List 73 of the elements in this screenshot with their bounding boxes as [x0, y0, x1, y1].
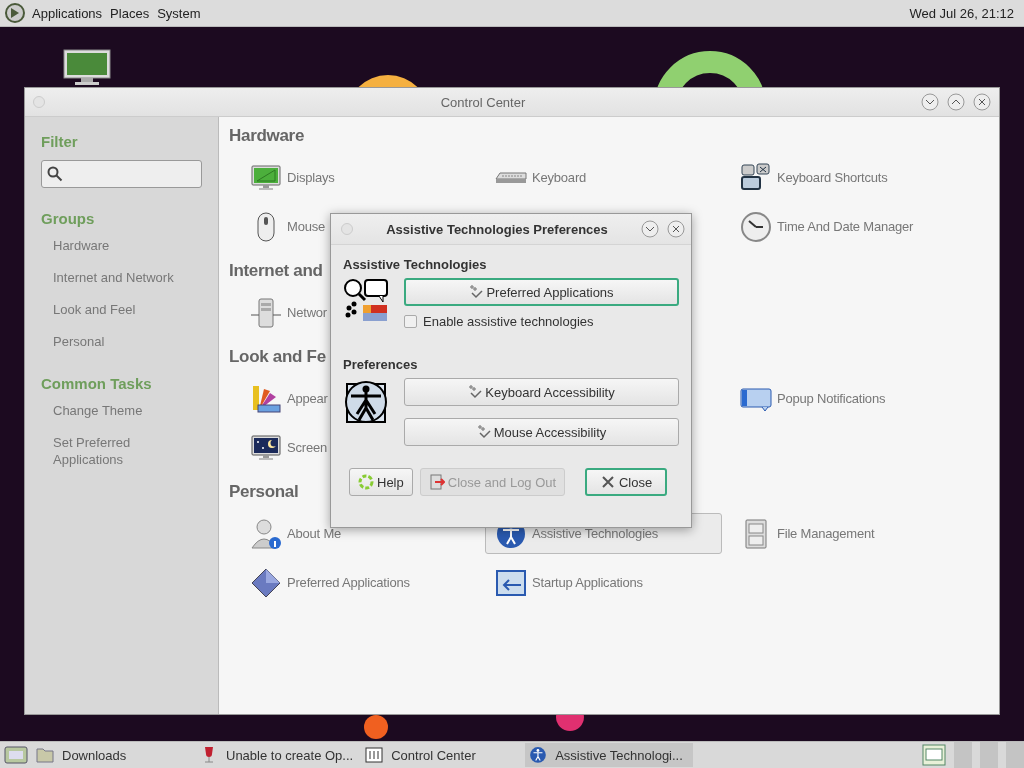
- section-heading: Assistive Technologies: [343, 257, 488, 272]
- dialog-button[interactable]: Preferred Applications: [404, 278, 679, 306]
- applet-item[interactable]: Displays: [240, 157, 340, 198]
- monitor-icon[interactable]: [63, 49, 111, 85]
- sidebar-item[interactable]: Look and Feel: [53, 301, 202, 318]
- logo-icon[interactable]: [4, 2, 26, 24]
- wallpaper-circle: [364, 715, 388, 739]
- close-button[interactable]: [973, 93, 991, 111]
- dialog-button[interactable]: Keyboard Accessibility: [404, 378, 679, 406]
- accessibility-icon: [529, 746, 548, 764]
- sidebar-item[interactable]: Personal: [53, 333, 202, 350]
- lifebuoy-icon: [358, 474, 374, 490]
- applet-item[interactable]: File Management: [730, 513, 880, 554]
- window-menu-dot[interactable]: [341, 223, 353, 235]
- section-heading: Internet and: [229, 260, 323, 282]
- section-heading: Hardware: [229, 125, 305, 147]
- clock[interactable]: Wed Jul 26, 21:12: [909, 5, 1020, 21]
- applet-item[interactable]: Popup Notifications: [730, 378, 891, 419]
- applet-item[interactable]: Networ: [240, 292, 332, 333]
- minimize-button[interactable]: [921, 93, 939, 111]
- applet-item[interactable]: Time And Date Manager: [730, 206, 919, 247]
- section-heading: Preferences: [343, 357, 419, 372]
- window-menu-dot[interactable]: [33, 96, 45, 108]
- dialog-button[interactable]: Help: [349, 468, 413, 496]
- applet-item[interactable]: Keyboard: [485, 157, 592, 198]
- search-icon: [47, 166, 63, 182]
- checkbox[interactable]: [404, 315, 417, 328]
- maximize-button[interactable]: [947, 93, 965, 111]
- menu-item[interactable]: Applications: [30, 3, 105, 23]
- applet-item[interactable]: About Me: [240, 513, 347, 554]
- sidebar-item[interactable]: Change Theme: [53, 402, 202, 419]
- menu-item[interactable]: Places: [108, 3, 152, 23]
- applet-item[interactable]: Startup Applications: [485, 562, 648, 603]
- section-heading: Look and Fe: [229, 346, 326, 368]
- dialog-button[interactable]: Close: [585, 468, 667, 496]
- close-button[interactable]: [667, 220, 685, 238]
- menu-item[interactable]: System: [155, 3, 203, 23]
- workspace-icon[interactable]: [922, 744, 946, 766]
- sidebar-heading: Filter: [41, 133, 79, 150]
- door-icon: [428, 474, 445, 490]
- show-desktop-icon[interactable]: [4, 745, 28, 765]
- window-title: Control Center: [439, 94, 527, 110]
- checkbox-label[interactable]: Enable assistive technologies: [423, 314, 594, 329]
- person-icon: [250, 517, 282, 550]
- taskbar-item[interactable]: Control Center: [361, 743, 522, 767]
- applet-item[interactable]: Screen: [240, 427, 332, 468]
- applet-item[interactable]: Keyboard Shortcuts: [730, 157, 893, 198]
- check-icon: [468, 385, 483, 399]
- applet-item[interactable]: Preferred Applications: [240, 562, 415, 603]
- folder-icon: [36, 746, 54, 764]
- control-panel-icon: [365, 746, 384, 764]
- check-icon: [469, 285, 484, 299]
- dialog-title: Assistive Technologies Preferences: [385, 221, 609, 237]
- minimize-button[interactable]: [641, 220, 659, 238]
- diamond-icon: [250, 566, 282, 599]
- applet-item[interactable]: Appear: [240, 378, 333, 419]
- sidebar-item[interactable]: Hardware: [53, 237, 202, 254]
- taskbar-item[interactable]: Assistive Technologi...: [525, 743, 694, 767]
- dialog-button[interactable]: Mouse Accessibility: [404, 418, 679, 446]
- sidebar-item[interactable]: Set Preferred Applications: [53, 434, 202, 468]
- server-icon: [250, 296, 282, 329]
- search-field[interactable]: [41, 160, 202, 188]
- applet-item[interactable]: Mouse: [240, 206, 331, 247]
- taskbar-item[interactable]: Unable to create Op...: [196, 743, 358, 767]
- taskbar-item[interactable]: Downloads: [32, 743, 192, 767]
- clock-icon: [740, 210, 772, 243]
- check-icon: [476, 425, 491, 439]
- keyboard-icon: [495, 171, 527, 184]
- sidebar-heading: Groups: [41, 210, 96, 227]
- section-heading: Personal: [229, 481, 299, 503]
- close-icon: [599, 474, 616, 490]
- sidebar-heading: Common Tasks: [41, 375, 153, 392]
- sidebar-item[interactable]: Internet and Network: [53, 269, 202, 286]
